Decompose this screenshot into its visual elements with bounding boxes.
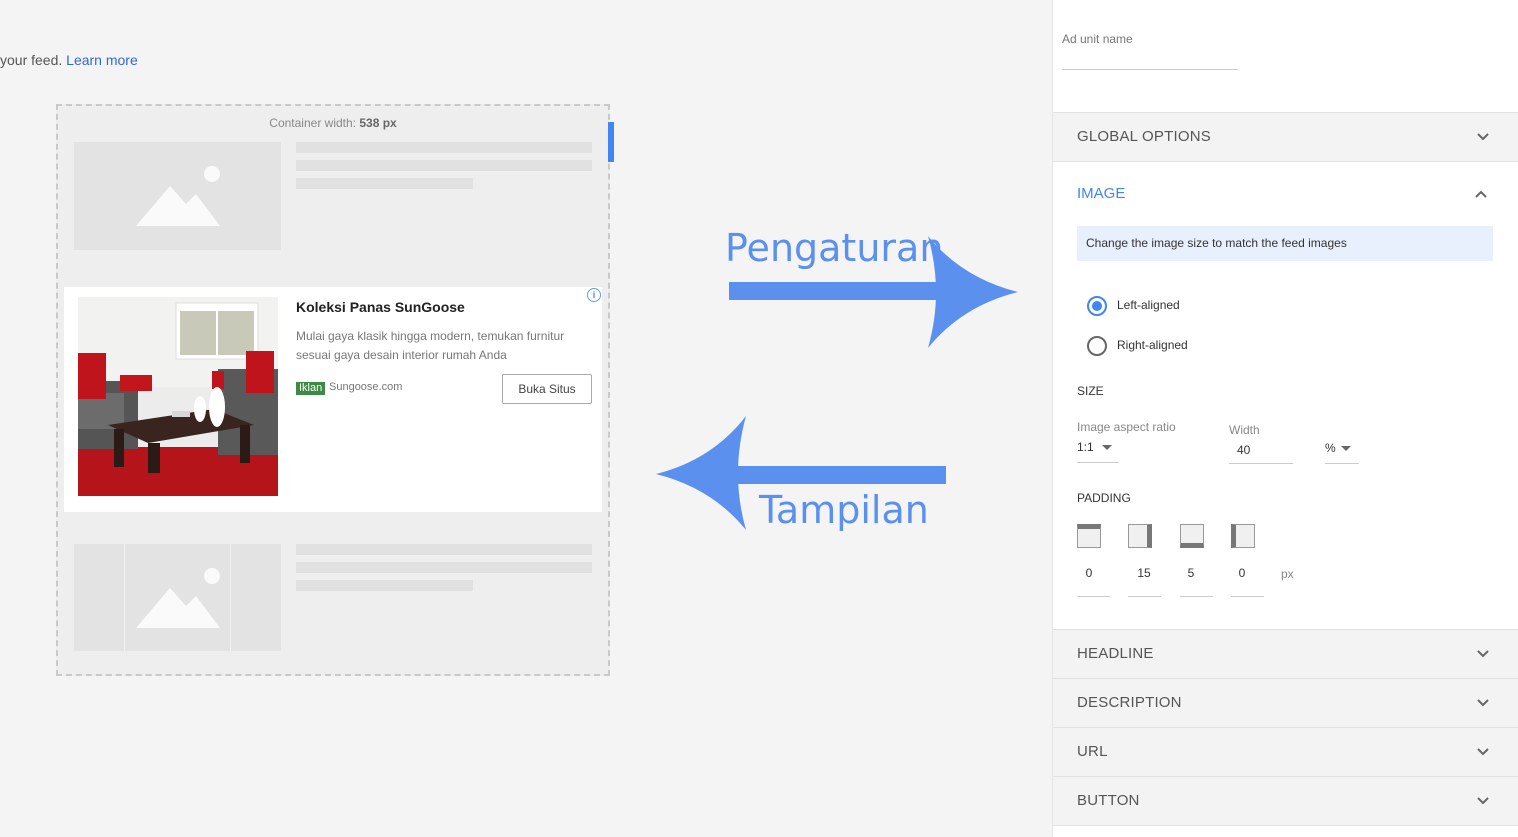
placeholder-image	[74, 544, 281, 651]
intro-text: your feed. Learn more	[0, 52, 138, 68]
ad-image[interactable]	[78, 297, 278, 496]
placeholder-line	[296, 160, 592, 171]
chevron-down-icon	[1477, 699, 1489, 707]
container-width-value: 538 px	[359, 116, 397, 130]
padding-heading: PADDING	[1077, 491, 1131, 505]
placeholder-line	[296, 562, 592, 573]
padding-top-input[interactable]: 0	[1072, 566, 1106, 580]
chevron-down-icon	[1477, 133, 1489, 141]
ad-url[interactable]: Sungoose.com	[329, 381, 402, 393]
living-room-image	[78, 297, 278, 496]
padding-right-underline	[1128, 596, 1161, 597]
container-width-label: Container width: 538 px	[269, 116, 397, 130]
chevron-up-icon[interactable]	[1474, 187, 1488, 201]
intro-copy: your feed.	[0, 52, 63, 68]
scroll-indicator[interactable]	[608, 122, 614, 162]
dropdown-arrow-icon[interactable]	[1341, 446, 1351, 452]
dropdown-arrow-icon[interactable]	[1102, 445, 1112, 451]
placeholder-image	[74, 142, 281, 250]
padding-unit: px	[1281, 567, 1294, 581]
padding-left-input[interactable]: 0	[1225, 566, 1259, 580]
section-button[interactable]: BUTTON	[1053, 776, 1518, 825]
placeholder-line	[296, 544, 592, 555]
padding-left-underline	[1231, 596, 1264, 597]
adchoices-icon[interactable]: i	[587, 288, 601, 302]
aspect-ratio-select[interactable]	[1077, 462, 1119, 463]
display-annotation: Tampilan	[759, 488, 929, 532]
padding-top-icon	[1077, 524, 1101, 548]
ad-cta-button[interactable]: Buka Situs	[502, 374, 592, 404]
section-description[interactable]: DESCRIPTION	[1053, 678, 1518, 727]
placeholder-line	[296, 580, 473, 591]
image-placeholder-icon	[136, 166, 220, 226]
placeholder-line	[296, 142, 592, 153]
ad-description: Mulai gaya klasik hingga modern, temukan…	[296, 329, 565, 362]
chevron-down-icon	[1477, 748, 1489, 756]
radio-left-aligned[interactable]	[1087, 296, 1107, 316]
image-info-message: Change the image size to match the feed …	[1077, 226, 1493, 261]
section-global-options[interactable]: GLOBAL OPTIONS	[1053, 112, 1518, 161]
aspect-ratio-label: Image aspect ratio	[1077, 420, 1176, 434]
width-unit-select[interactable]	[1325, 463, 1359, 464]
radio-right-aligned-label[interactable]: Right-aligned	[1117, 338, 1188, 352]
padding-bottom-input[interactable]: 5	[1174, 566, 1208, 580]
width-unit-value[interactable]: %	[1325, 441, 1336, 455]
ad-unit-name-input[interactable]	[1062, 69, 1238, 70]
ad-headline[interactable]: Koleksi Panas SunGoose	[296, 299, 465, 315]
divider	[1053, 825, 1518, 826]
padding-right-icon	[1128, 524, 1152, 548]
chevron-down-icon	[1477, 650, 1489, 658]
ad-badge: Iklan	[296, 382, 326, 395]
ad-unit-name-label: Ad unit name	[1062, 32, 1133, 46]
padding-top-underline	[1077, 596, 1110, 597]
radio-left-aligned-label[interactable]: Left-aligned	[1117, 298, 1180, 312]
width-label: Width	[1229, 423, 1260, 437]
learn-more-link[interactable]: Learn more	[66, 52, 138, 68]
aspect-ratio-value[interactable]: 1:1	[1077, 440, 1094, 454]
section-image-title[interactable]: IMAGE	[1077, 185, 1125, 202]
width-value[interactable]: 40	[1237, 443, 1250, 457]
chevron-down-icon	[1477, 797, 1489, 805]
arrow-right-icon	[729, 236, 1018, 348]
padding-left-icon	[1231, 524, 1255, 548]
width-input[interactable]	[1229, 463, 1293, 464]
placeholder-line	[296, 178, 473, 189]
size-heading: SIZE	[1077, 384, 1104, 398]
image-placeholder-icon	[136, 568, 220, 628]
section-headline[interactable]: HEADLINE	[1053, 629, 1518, 678]
radio-right-aligned[interactable]	[1087, 336, 1107, 356]
divider	[1053, 161, 1518, 162]
padding-bottom-underline	[1180, 596, 1213, 597]
padding-right-input[interactable]: 15	[1127, 566, 1161, 580]
section-url[interactable]: URL	[1053, 727, 1518, 776]
padding-bottom-icon	[1180, 524, 1204, 548]
